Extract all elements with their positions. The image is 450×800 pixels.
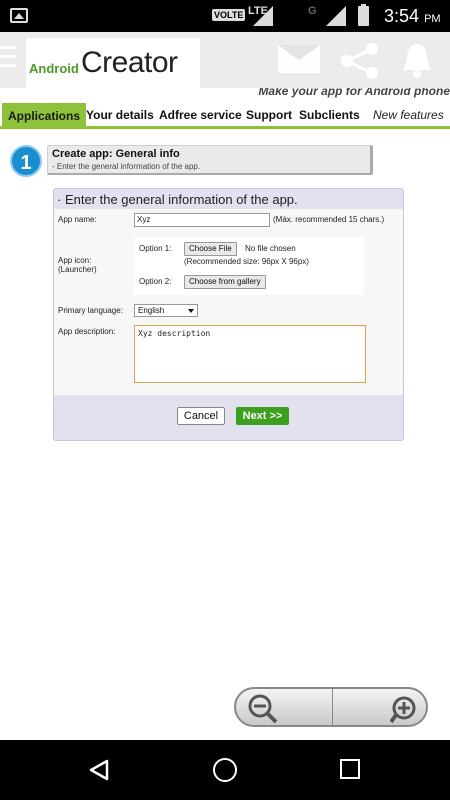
clock-time: 3:54 (384, 6, 420, 26)
form-area: App name: Xyz (Máx. recommended 15 chars… (54, 209, 403, 395)
system-nav-bar (0, 740, 450, 800)
general-info-panel: · Enter the general information of the a… (53, 188, 404, 441)
next-button[interactable]: Next >> (236, 407, 289, 425)
tab-your-details[interactable]: Your details (86, 101, 154, 129)
choose-file-button[interactable]: Choose File (184, 242, 237, 256)
recommended-size-text: (Recommended size: 96px X 96px) (184, 257, 309, 266)
clock-ampm: PM (424, 13, 441, 25)
cancel-button[interactable]: Cancel (177, 407, 225, 425)
app-icon-sublabel: (Launcher) (58, 265, 97, 274)
logo-android-text: Android (29, 61, 79, 76)
battery-icon (358, 4, 369, 26)
zoom-divider (332, 689, 333, 725)
step-subtitle: - Enter the general information of the a… (52, 162, 201, 171)
clock: 3:54 PM (384, 6, 441, 27)
back-icon[interactable] (88, 759, 110, 781)
option2-label: Option 2: (139, 277, 172, 286)
language-selected: English (138, 306, 165, 315)
share-icon[interactable] (338, 42, 382, 80)
main-nav: Applications Your details Adfree service… (0, 101, 450, 129)
chevron-down-icon (188, 309, 194, 313)
network-type-g: G (308, 5, 317, 17)
logo[interactable]: Android Creator (26, 38, 200, 88)
step-header: Create app: General info - Enter the gen… (47, 145, 373, 175)
description-label: App description: (58, 327, 116, 336)
app-name-label: App name: (58, 215, 97, 224)
option1-label: Option 1: (139, 244, 172, 253)
bell-icon[interactable] (400, 42, 434, 78)
app-icon-options: Option 1: Choose File No file chosen (Re… (134, 237, 364, 295)
zoom-controls (234, 687, 428, 727)
mail-icon[interactable] (278, 45, 320, 73)
step-title: Create app: General info (52, 148, 180, 160)
choose-gallery-button[interactable]: Choose from gallery (184, 275, 266, 289)
app-icon-label: App icon: (58, 256, 92, 265)
app-name-hint: (Máx. recommended 15 chars.) (273, 215, 385, 224)
app-name-input[interactable]: Xyz (134, 213, 270, 227)
panel-title: · Enter the general information of the a… (57, 192, 402, 210)
tab-applications[interactable]: Applications (2, 103, 87, 129)
language-select[interactable]: English (134, 304, 198, 317)
tab-new-features[interactable]: New features (373, 101, 444, 129)
zoom-in-icon[interactable] (390, 694, 420, 724)
tagline-strip: Make your app for Android phone (0, 88, 450, 101)
tab-adfree-service[interactable]: Adfree service (159, 101, 242, 129)
gallery-icon (10, 8, 28, 23)
step-number-badge: 1 (10, 145, 42, 177)
home-icon[interactable] (213, 758, 237, 782)
no-file-text: No file chosen (245, 244, 296, 253)
menu-icon[interactable] (0, 46, 16, 68)
description-textarea[interactable]: Xyz description (134, 325, 366, 383)
zoom-out-icon[interactable] (248, 694, 278, 724)
app-header: Android Creator (0, 32, 450, 88)
language-label: Primary language: (58, 306, 123, 315)
tab-subclients[interactable]: Subclients (299, 101, 360, 129)
tab-support[interactable]: Support (246, 101, 292, 129)
logo-creator-text: Creator (81, 46, 178, 79)
tagline: Make your app for Android phone (258, 88, 450, 98)
signal-icon-secondary (326, 6, 346, 26)
status-bar: VOLTE LTE G 3:54 PM (0, 0, 450, 32)
volte-badge: VOLTE (212, 9, 246, 21)
recents-icon[interactable] (340, 759, 360, 779)
signal-icon (253, 6, 273, 26)
